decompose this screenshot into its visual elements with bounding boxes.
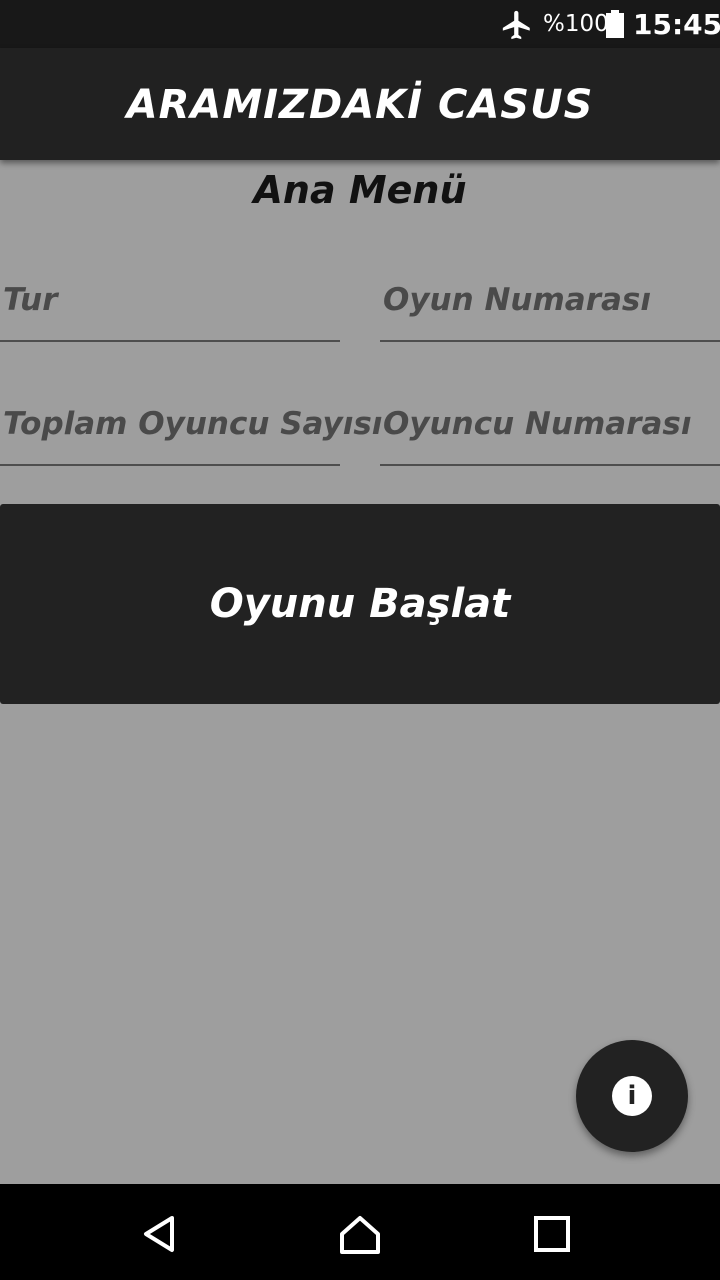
clock: 15:45 <box>633 8 720 41</box>
start-game-button[interactable]: Oyunu Başlat <box>0 504 720 704</box>
app-title: ARAMIZDAKİ CASUS <box>126 82 594 128</box>
page-title: Ana Menü <box>253 168 467 212</box>
status-bar: %100 15:45 <box>0 0 720 48</box>
home-icon[interactable] <box>338 1212 382 1256</box>
toplam-oyuncu-sayisi-input[interactable]: Toplam Oyuncu Sayısı <box>0 394 382 466</box>
recent-apps-icon[interactable] <box>530 1212 574 1256</box>
app-bar: ARAMIZDAKİ CASUS <box>0 48 720 160</box>
info-fab-button[interactable]: i <box>576 1040 688 1152</box>
navigation-bar <box>0 1184 720 1280</box>
battery-full-icon <box>606 10 624 38</box>
airplane-mode-icon <box>502 10 530 40</box>
toplam-oyuncu-sayisi-placeholder: Toplam Oyuncu Sayısı <box>3 406 383 442</box>
oyun-numarasi-input[interactable]: Oyun Numarası <box>380 270 720 342</box>
oyuncu-numarasi-input[interactable]: Oyuncu Numarası <box>380 394 720 466</box>
battery-percentage: %100 <box>543 11 609 37</box>
tur-input[interactable]: Tur <box>0 270 340 342</box>
oyuncu-numarasi-placeholder: Oyuncu Numarası <box>383 406 692 442</box>
info-icon: i <box>612 1076 652 1116</box>
tur-placeholder: Tur <box>3 282 58 318</box>
start-game-label: Oyunu Başlat <box>209 581 511 627</box>
back-icon[interactable] <box>138 1212 182 1256</box>
oyun-numarasi-placeholder: Oyun Numarası <box>383 282 652 318</box>
